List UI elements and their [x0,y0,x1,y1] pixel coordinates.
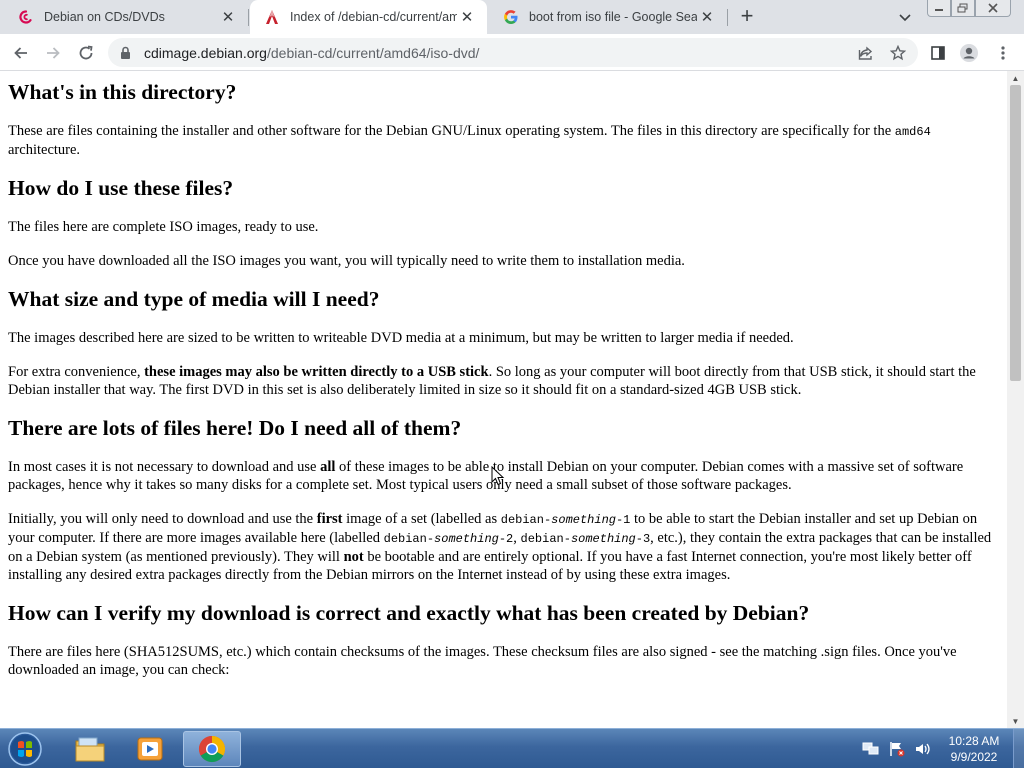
close-tab-icon[interactable]: ✕ [457,7,477,27]
close-tab-icon[interactable]: ✕ [697,7,717,27]
paragraph: Initially, you will only need to downloa… [8,510,999,584]
windows-explorer-icon[interactable] [61,731,119,767]
image-name-code: debian-something-3 [521,532,651,546]
paragraph-usb: For extra convenience, these images may … [8,363,999,399]
menu-dots-icon[interactable] [990,40,1016,66]
paragraph-intro: These are files containing the installer… [8,122,999,159]
arch-code: amd64 [894,125,931,139]
close-window-icon[interactable] [975,0,1011,17]
close-tab-icon[interactable]: ✕ [218,7,238,27]
bold-text: not [343,549,364,565]
tab-google-search[interactable]: boot from iso file - Google Searc ✕ [489,0,727,34]
minimize-window-icon[interactable] [927,0,951,17]
forward-arrow-icon[interactable] [40,40,66,66]
restore-window-icon[interactable] [951,0,975,17]
scrollbar-thumb[interactable] [1010,85,1021,381]
text: These are files containing the installer… [8,123,895,139]
debian-swirl-icon [18,9,34,25]
tab-title: Debian on CDs/DVDs [44,10,165,24]
text: For extra convenience, [8,364,145,380]
network-icon[interactable] [860,738,882,760]
chrome-icon[interactable] [183,731,241,767]
italic-text: something [570,532,636,546]
text: debian- [383,532,435,546]
heading-lots-of-files: There are lots of files here! Do I need … [8,416,462,440]
bold-text: first [316,511,343,527]
bold-text: all [320,459,336,475]
clock-date: 9/9/2022 [950,750,998,764]
action-center-flag-icon[interactable] [886,738,908,760]
tab-index-debian-cd[interactable]: Index of /debian-cd/current/amd ✕ [250,0,487,34]
system-tray [860,729,938,768]
lock-icon[interactable] [120,46,134,60]
taskbar-clock[interactable]: 10:28 AM 9/9/2022 [940,733,1008,765]
heading-media-size: What size and type of media will I need? [8,287,380,311]
media-player-icon[interactable] [121,731,179,767]
paragraph: Once you have downloaded all the ISO ima… [8,253,685,269]
tab-debian-cds[interactable]: Debian on CDs/DVDs ✕ [4,0,248,34]
text: debian- [500,513,552,527]
page-content: What's in this directory? These are file… [0,71,1007,728]
share-icon[interactable] [853,40,879,66]
text: , [513,530,521,546]
clock-time: 10:28 AM [948,734,1000,748]
bookmark-star-icon[interactable] [885,40,911,66]
windows-taskbar: 10:28 AM 9/9/2022 [0,728,1024,768]
mouse-cursor-icon [491,465,505,486]
heading-whats-in-directory: What's in this directory? [8,80,237,104]
vertical-scrollbar[interactable]: ▲ ▼ [1007,71,1024,728]
text: -2 [498,532,514,546]
url-text: cdimage.debian.org/debian-cd/current/amd… [144,45,479,61]
text: debian- [520,532,571,546]
scroll-down-arrow-icon[interactable]: ▼ [1007,714,1024,728]
text: Initially, you will only need to downloa… [8,511,317,527]
text: architecture. [8,142,81,158]
image-name-code: debian-something-1 [501,513,631,527]
browser-toolbar: cdimage.debian.org/debian-cd/current/amd… [0,34,1024,71]
text: -1 [615,513,631,527]
back-arrow-icon[interactable] [8,40,34,66]
heading-how-use-files: How do I use these files? [8,176,234,200]
tab-separator [727,9,728,26]
bold-text: these images may also be written directl… [144,364,489,380]
tab-separator [248,9,249,26]
volume-icon[interactable] [912,738,934,760]
tab-strip: Debian on CDs/DVDs ✕ Index of /debian-cd… [0,0,1024,34]
google-g-icon [503,9,519,25]
address-bar[interactable]: cdimage.debian.org/debian-cd/current/amd… [108,38,918,67]
url-host: cdimage.debian.org [144,44,267,61]
url-path: /debian-cd/current/amd64/iso-dvd/ [266,44,480,61]
side-panel-icon[interactable] [925,40,951,66]
tab-search-chevron-icon[interactable] [893,8,917,28]
paragraph: The files here are complete ISO images, … [8,219,319,235]
text: In most cases it is not necessary to dow… [8,459,321,475]
profile-avatar-icon[interactable] [956,40,982,66]
tab-title: Index of /debian-cd/current/amd [290,10,457,24]
reload-icon[interactable] [73,40,99,66]
show-desktop-button[interactable] [1013,729,1024,768]
arch-a-icon [264,9,280,25]
tab-title: boot from iso file - Google Searc [529,10,697,24]
new-tab-button[interactable]: + [735,5,759,29]
text: image of a set (labelled as [342,511,501,527]
paragraph: There are files here (SHA512SUMS, etc.) … [8,644,957,678]
paragraph: The images described here are sized to b… [8,330,794,346]
heading-verify-download: How can I verify my download is correct … [8,601,810,625]
image-name-code: debian-something-2 [384,532,514,546]
italic-text: something [434,532,499,546]
window-controls [927,0,1011,18]
text: -3 [635,532,651,546]
scroll-up-arrow-icon[interactable]: ▲ [1007,71,1024,85]
italic-text: something [551,513,616,527]
start-button-icon[interactable] [5,730,45,768]
